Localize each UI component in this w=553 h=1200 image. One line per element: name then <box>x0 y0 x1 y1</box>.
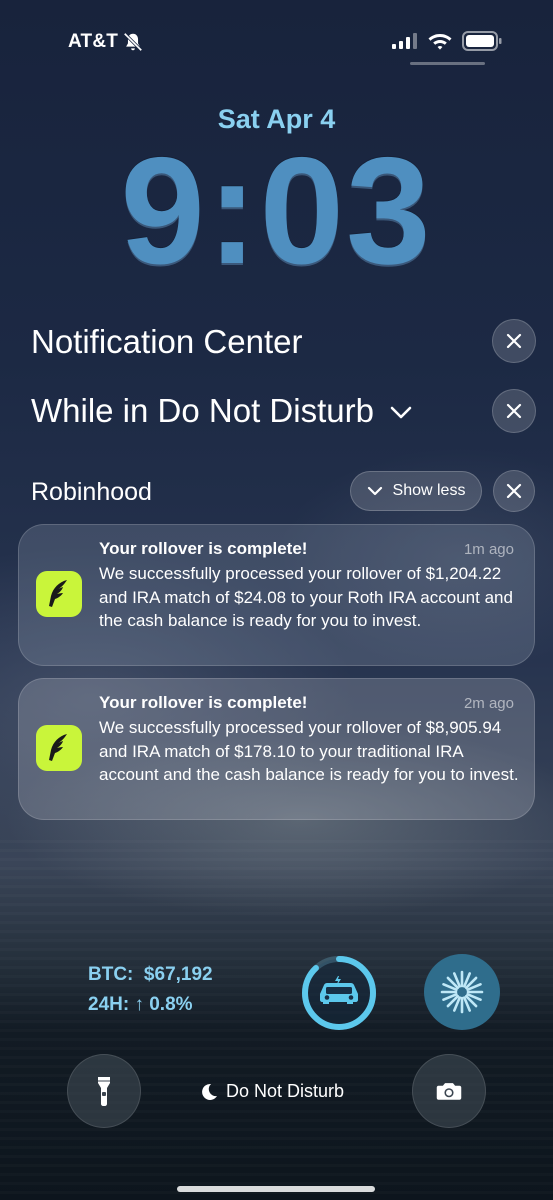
close-icon <box>506 483 522 499</box>
burst-widget[interactable] <box>424 954 500 1030</box>
flashlight-button[interactable] <box>67 1054 141 1128</box>
notification-body: We successfully processed your rollover … <box>99 718 519 784</box>
flashlight-icon <box>98 1077 110 1106</box>
robinhood-app-icon <box>36 571 82 617</box>
camera-icon <box>436 1083 462 1100</box>
notification-time: 1m ago <box>463 541 514 558</box>
battery-icon <box>462 31 502 51</box>
notification-body: We successfully processed your rollover … <box>99 564 513 630</box>
focus-mode-label: Do Not Disturb <box>226 1081 345 1101</box>
notification-card[interactable]: Your rollover is complete! 1m ago We suc… <box>18 524 535 666</box>
notification-title: Your rollover is complete! <box>99 693 308 712</box>
lock-time: 9:03 <box>120 126 433 296</box>
notification-title: Your rollover is complete! <box>99 539 308 558</box>
home-indicator[interactable] <box>177 1186 375 1192</box>
group-app-name: Robinhood <box>31 478 152 506</box>
clear-dnd-button[interactable] <box>492 389 536 433</box>
moon-icon <box>202 1083 217 1100</box>
signal-icon <box>392 33 417 49</box>
status-indicator-line <box>410 62 485 65</box>
camera-button[interactable] <box>412 1054 486 1128</box>
starburst-icon <box>440 970 484 1014</box>
clear-notification-center-button[interactable] <box>492 319 536 363</box>
focus-mode-indicator[interactable]: Do Not Disturb <box>200 1081 344 1102</box>
dnd-section-title: While in Do Not Disturb <box>31 392 374 429</box>
status-bar: AT&T <box>0 0 553 80</box>
chevron-down-icon <box>390 406 412 419</box>
car-battery-widget[interactable] <box>300 954 378 1032</box>
btc-change-widget[interactable]: 24H: ↑ 0.8% <box>88 994 193 1016</box>
notification-time: 2m ago <box>463 695 514 712</box>
bell-slash-icon <box>123 32 143 52</box>
btc-price-widget[interactable]: BTC: $67,192 <box>88 964 213 986</box>
show-less-label: Show less <box>392 482 466 499</box>
wifi-icon <box>428 34 452 50</box>
notification-card[interactable]: Your rollover is complete! 2m ago We suc… <box>18 678 535 820</box>
robinhood-feather-icon <box>49 580 67 607</box>
clear-group-button[interactable] <box>493 470 535 512</box>
carrier-label: AT&T <box>68 31 119 52</box>
close-icon <box>506 333 522 349</box>
dnd-section-toggle[interactable]: While in Do Not Disturb <box>31 392 412 430</box>
notification-center-title: Notification Center <box>31 323 303 360</box>
close-icon <box>506 403 522 419</box>
robinhood-feather-icon <box>49 734 67 761</box>
robinhood-app-icon <box>36 725 82 771</box>
chevron-down-icon <box>367 486 382 496</box>
show-less-button[interactable]: Show less <box>350 471 482 511</box>
